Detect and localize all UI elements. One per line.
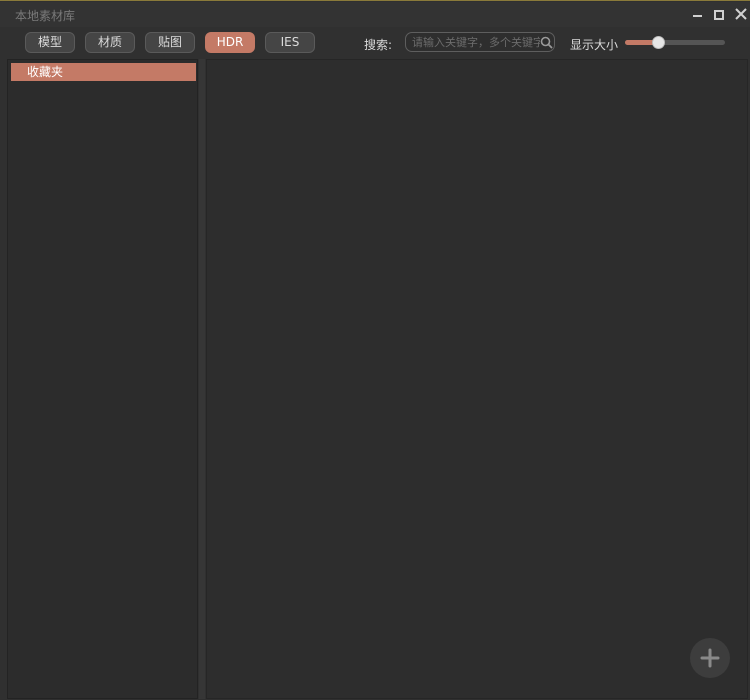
- display-size-label: 显示大小: [570, 38, 619, 52]
- minimize-icon: [693, 15, 702, 17]
- search-input[interactable]: [412, 34, 540, 51]
- material-library-window: 本地素材库 模型 材质 贴图 HDR IES 搜索: 显示大小: [0, 0, 750, 700]
- search-icon[interactable]: [540, 36, 553, 49]
- folder-sidebar: 收藏夹: [7, 59, 198, 699]
- display-size-slider[interactable]: [625, 35, 725, 49]
- plus-icon: [700, 648, 720, 668]
- close-button[interactable]: [733, 5, 749, 23]
- tab-material[interactable]: 材质: [85, 32, 135, 53]
- asset-grid-area: [206, 59, 748, 699]
- sidebar-item-favorites[interactable]: 收藏夹: [11, 63, 196, 81]
- panel-splitter[interactable]: [199, 59, 205, 699]
- title-bar[interactable]: 本地素材库: [0, 2, 750, 27]
- tab-hdr[interactable]: HDR: [205, 32, 255, 53]
- close-icon: [735, 8, 747, 20]
- minimize-button[interactable]: [689, 5, 705, 23]
- search-field[interactable]: [405, 32, 555, 52]
- window-title: 本地素材库: [15, 9, 76, 23]
- tab-model[interactable]: 模型: [25, 32, 75, 53]
- maximize-button[interactable]: [711, 5, 727, 23]
- maximize-icon: [714, 10, 724, 20]
- search-label: 搜索:: [364, 38, 393, 52]
- toolbar: 模型 材质 贴图 HDR IES 搜索: 显示大小: [0, 27, 750, 57]
- add-button[interactable]: [690, 638, 730, 678]
- tab-texture[interactable]: 贴图: [145, 32, 195, 53]
- slider-thumb[interactable]: [652, 36, 665, 49]
- tab-ies[interactable]: IES: [265, 32, 315, 53]
